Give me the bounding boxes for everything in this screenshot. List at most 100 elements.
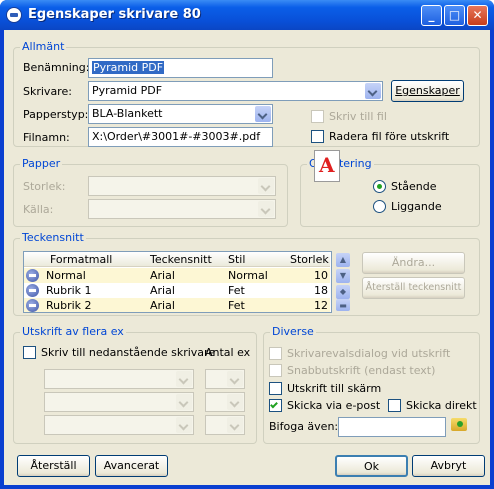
chevron-down-icon[interactable]: [227, 417, 243, 433]
reset-fonts-button[interactable]: Återställ teckensnitt: [362, 277, 465, 299]
send-email-checkbox[interactable]: Skicka via e-post: [269, 399, 380, 412]
font-row-font: Arial: [150, 299, 175, 312]
filename-field[interactable]: X:\Order\#3001#-#3003#.pdf: [88, 127, 273, 147]
chevron-down-icon[interactable]: [227, 394, 243, 410]
reset-button-label: Återställ: [30, 459, 77, 472]
filename-label: Filnamn:: [23, 131, 70, 144]
folder-icon[interactable]: [451, 418, 467, 431]
misc-group-label: Diverse: [270, 325, 316, 338]
print-to-screen-label: Utskrift till skärm: [287, 382, 382, 395]
scroll-page-icon[interactable]: ▬: [336, 299, 350, 311]
paper-size-select[interactable]: [88, 176, 276, 196]
change-font-label: Ändra...: [391, 256, 436, 269]
copies-label: Antal ex: [205, 346, 251, 359]
print-to-below-label: Skriv till nedanstående skrivare: [41, 346, 216, 359]
print-to-file-label: Skriv till fil: [329, 110, 387, 123]
chevron-down-icon[interactable]: [255, 106, 271, 122]
ok-button-label: Ok: [363, 460, 380, 473]
copy-count-select[interactable]: [205, 415, 245, 435]
portrait-radio[interactable]: Stående: [373, 180, 437, 193]
printer-dialog-label: Skrivarevalsdialog vid utskrift: [287, 347, 451, 360]
chevron-down-icon[interactable]: [176, 394, 192, 410]
maximize-button[interactable]: □: [444, 5, 465, 26]
send-direct-checkbox[interactable]: Skicka direkt: [388, 399, 477, 412]
font-row[interactable]: Rubrik 1 Arial Fet 18: [24, 283, 330, 298]
chevron-down-icon[interactable]: [176, 371, 192, 387]
name-field[interactable]: Pyramid PDF: [88, 58, 273, 78]
delete-file-checkbox[interactable]: Radera fil före utskrift: [311, 130, 449, 143]
advanced-button[interactable]: Avancerat: [95, 455, 168, 477]
delete-file-label: Radera fil före utskrift: [329, 130, 450, 143]
paper-source-label: Källa:: [23, 203, 54, 216]
chevron-down-icon[interactable]: [227, 371, 243, 387]
col-style[interactable]: Stil: [228, 253, 245, 266]
portrait-label: Stående: [391, 180, 437, 193]
font-style-icon: [26, 269, 39, 282]
print-to-below-checkbox[interactable]: Skriv till nedanstående skrivare: [23, 346, 215, 359]
font-row-stylename: Rubrik 2: [46, 299, 92, 312]
send-direct-label: Skicka direkt: [406, 399, 477, 412]
cancel-button[interactable]: Avbryt: [412, 455, 485, 477]
attach-field[interactable]: [338, 417, 446, 437]
fonts-group-label: Teckensnitt: [20, 231, 86, 244]
font-style-icon: [26, 284, 39, 297]
copy-count-select[interactable]: [205, 369, 245, 389]
copy-printer-select[interactable]: [44, 392, 194, 412]
name-label: Benämning:: [23, 61, 90, 74]
print-to-file-checkbox[interactable]: Skriv till fil: [311, 110, 387, 123]
font-row[interactable]: Rubrik 2 Arial Fet 12: [24, 298, 330, 312]
reset-button[interactable]: Återställ: [17, 455, 90, 477]
ok-button[interactable]: Ok: [335, 455, 408, 477]
col-style-name[interactable]: Formatmall: [50, 253, 112, 266]
landscape-radio[interactable]: Liggande: [373, 200, 442, 213]
properties-button[interactable]: Egenskaper: [391, 80, 464, 102]
printer-value: Pyramid PDF: [92, 84, 163, 97]
send-email-label: Skicka via e-post: [287, 399, 381, 412]
advanced-button-label: Avancerat: [103, 459, 160, 472]
orientation-page-icon: A: [314, 150, 340, 182]
font-row-size: 18: [314, 284, 328, 297]
fonts-list[interactable]: Formatmall Teckensnitt Stil Storlek Norm…: [23, 251, 332, 313]
papertype-select[interactable]: BLA-Blankett: [88, 104, 273, 124]
font-row-size: 12: [314, 299, 328, 312]
copy-printer-select[interactable]: [44, 415, 194, 435]
scroll-down-icon[interactable]: ▼: [336, 269, 350, 283]
printer-dialog-checkbox[interactable]: Skrivarevalsdialog vid utskrift: [269, 347, 450, 360]
print-to-screen-checkbox[interactable]: Utskrift till skärm: [269, 382, 381, 395]
col-size[interactable]: Storlek: [290, 253, 329, 266]
chevron-down-icon[interactable]: [258, 201, 274, 217]
orientation-letter: A: [319, 153, 335, 177]
chevron-down-icon[interactable]: [365, 83, 381, 99]
font-style-icon: [26, 299, 39, 312]
minimize-button[interactable]: _: [421, 5, 442, 26]
copy-count-select[interactable]: [205, 392, 245, 412]
col-font[interactable]: Teckensnitt: [150, 253, 212, 266]
font-row[interactable]: Normal Arial Normal 10: [24, 268, 330, 283]
chevron-down-icon[interactable]: [258, 178, 274, 194]
fonts-list-header: Formatmall Teckensnitt Stil Storlek: [24, 252, 330, 267]
copy-printer-select[interactable]: [44, 369, 194, 389]
cancel-button-label: Avbryt: [430, 459, 467, 472]
quick-print-label: Snabbutskrift (endast text): [287, 364, 436, 377]
window-title: Egenskaper skrivare 80: [28, 7, 201, 22]
reset-fonts-label: Återställ teckensnitt: [365, 282, 462, 293]
scroll-up-icon[interactable]: ▲: [336, 253, 350, 267]
paper-source-select[interactable]: [88, 199, 276, 219]
chevron-down-icon[interactable]: [176, 417, 192, 433]
font-row-style: Normal: [228, 269, 268, 282]
font-row-font: Arial: [150, 269, 175, 282]
paper-group-label: Papper: [20, 157, 63, 170]
filename-value: X:\Order\#3001#-#3003#.pdf: [92, 130, 261, 143]
close-button[interactable]: ✕: [467, 5, 488, 26]
scroll-left-right-icon[interactable]: ◆: [336, 285, 350, 299]
papertype-label: Papperstyp:: [23, 108, 89, 121]
printer-select[interactable]: Pyramid PDF: [88, 81, 383, 101]
font-row-style: Fet: [228, 299, 245, 312]
properties-button-label: Egenskaper: [395, 84, 460, 97]
font-row-font: Arial: [150, 284, 175, 297]
change-font-button[interactable]: Ändra...: [362, 252, 465, 274]
paper-size-label: Storlek:: [23, 180, 66, 193]
quick-print-checkbox[interactable]: Snabbutskrift (endast text): [269, 364, 435, 377]
name-value: Pyramid PDF: [92, 61, 165, 74]
title-bar[interactable]: Egenskaper skrivare 80 _ □ ✕: [0, 0, 494, 30]
